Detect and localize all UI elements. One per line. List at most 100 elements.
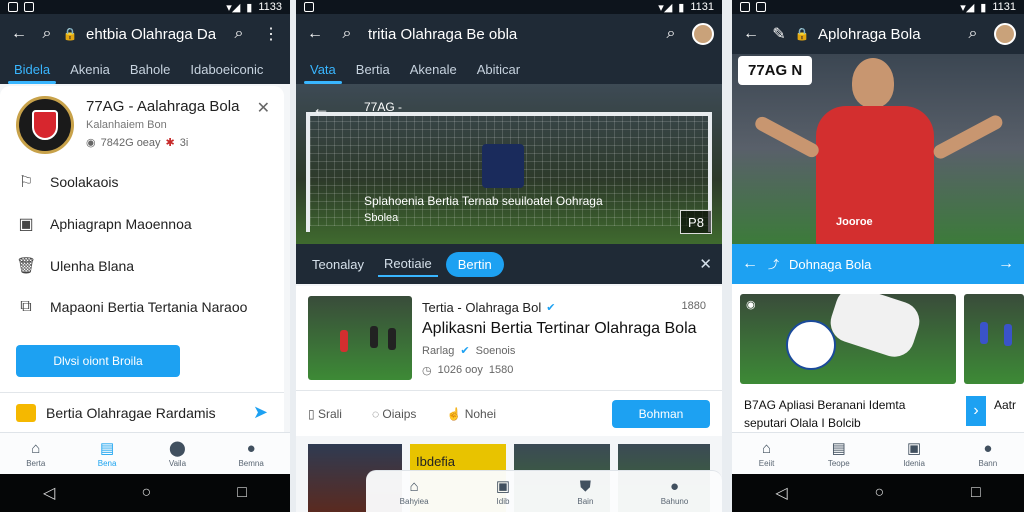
news-headline: Aplikasni Bertia Tertinar Olahraga Bola bbox=[422, 320, 697, 337]
back-icon[interactable]: ← bbox=[8, 23, 30, 45]
player-leg bbox=[825, 294, 925, 362]
profile-icon: ● bbox=[246, 439, 256, 457]
nav-home[interactable]: ⌂ Eeiit bbox=[759, 440, 775, 468]
action-label: Nohei bbox=[464, 406, 497, 421]
back-icon[interactable]: ← bbox=[304, 23, 326, 45]
menu-item[interactable]: ⧉ Mapaoni Bertia Tertania Naraoo bbox=[16, 298, 268, 316]
nav-news[interactable]: ▣ Idib bbox=[496, 477, 510, 506]
home-circle-icon[interactable]: ○ bbox=[874, 484, 884, 502]
tab-item[interactable]: Akenia bbox=[60, 54, 120, 84]
nav-label: Bann bbox=[978, 458, 998, 468]
player-figure bbox=[980, 322, 988, 344]
news-source: Tertia - Olahraga Bol ✔ bbox=[422, 300, 555, 315]
back-icon[interactable]: ← bbox=[742, 255, 758, 273]
avatar[interactable] bbox=[692, 23, 714, 45]
search-icon[interactable]: ⌕ bbox=[962, 23, 984, 45]
lock-icon: 🔒 bbox=[62, 27, 78, 41]
news-source-text: Tertia - Olahraga Bol bbox=[422, 300, 542, 315]
promo-row[interactable]: Bertia Olahragae Rardamis ➤ bbox=[0, 392, 284, 432]
news-stat-text: 1580 bbox=[488, 364, 514, 376]
action-share[interactable]: ▯ Srali bbox=[308, 407, 342, 421]
player-jersey: Jooroe bbox=[816, 106, 934, 244]
tab-bar: Bidela Akenia Bahole Idaboeiconic bbox=[0, 54, 290, 84]
avatar[interactable] bbox=[994, 23, 1016, 45]
menu-item[interactable]: ▣ Aphiagrapn Maoennoa bbox=[16, 214, 268, 234]
nav-gallery[interactable]: ▣ Idenia bbox=[903, 439, 925, 468]
battery-icon: ▮ bbox=[246, 1, 253, 14]
briefcase-icon bbox=[16, 403, 36, 422]
search-icon[interactable]: ⌕ bbox=[660, 23, 682, 45]
bottom-nav: ⌂ Eeiit ▤ Teope ▣ Idenia ● Bann bbox=[732, 432, 1024, 474]
card-more: Aatr bbox=[994, 398, 1017, 412]
tab-item[interactable]: Vata bbox=[300, 54, 346, 84]
nav-home[interactable]: ⌂ Bahyiea bbox=[400, 478, 429, 506]
profile-icon: ● bbox=[983, 439, 993, 457]
close-icon[interactable]: ✕ bbox=[699, 255, 712, 273]
title-bar: ← ⤴ Dohnaga Bola → bbox=[732, 244, 1024, 284]
nav-news[interactable]: ▤ Bena bbox=[98, 439, 117, 468]
battery-icon: ▮ bbox=[980, 1, 987, 14]
share-icon[interactable]: ⤴ bbox=[768, 256, 779, 272]
nav-profile[interactable]: ● Bemna bbox=[238, 440, 263, 468]
more-vert-icon[interactable]: ⋮ bbox=[260, 23, 282, 45]
action-like[interactable]: ☝ Nohei bbox=[446, 407, 496, 421]
news-time: 1880 bbox=[681, 300, 706, 312]
search-icon[interactable]: ⌕ bbox=[40, 23, 54, 45]
action-comment[interactable]: ◌ Oiaips bbox=[372, 407, 416, 421]
home-circle-icon[interactable]: ○ bbox=[141, 484, 151, 502]
nav-label: Vaila bbox=[168, 459, 187, 468]
nav-profile[interactable]: ● Bahuno bbox=[661, 478, 689, 506]
news-card[interactable]: Tertia - Olahraga Bol ✔ 1880 Aplikasni B… bbox=[296, 286, 722, 436]
hero-badge[interactable]: P8 bbox=[680, 210, 712, 234]
back-icon[interactable]: ← bbox=[312, 98, 330, 119]
close-icon[interactable]: ✕ bbox=[257, 98, 270, 118]
primary-button[interactable]: Dlvsi oiont Broila bbox=[16, 345, 180, 377]
nav-news[interactable]: ▤ Teope bbox=[828, 439, 850, 468]
search-icon[interactable]: ⌕ bbox=[336, 23, 358, 45]
nav-label: Teope bbox=[827, 459, 850, 468]
menu-item[interactable]: 🗑 Ulenha Blana bbox=[16, 256, 268, 276]
tab-item[interactable]: Bahole bbox=[120, 54, 180, 84]
tab-item[interactable]: Abiticar bbox=[467, 54, 530, 84]
recents-square-icon[interactable]: □ bbox=[971, 484, 981, 502]
card-thumbnail bbox=[964, 294, 1024, 384]
tab-item[interactable]: Bertia bbox=[346, 54, 400, 84]
status-time: 1133 bbox=[258, 1, 282, 13]
search-icon[interactable]: ⌕ bbox=[228, 23, 250, 45]
nav-label: Bahyiea bbox=[399, 496, 429, 506]
chevron-right-icon[interactable]: › bbox=[966, 396, 986, 426]
profile-sheet: 77AG - Aalahraga Bola Kalanhaiem Bon ◉ 7… bbox=[0, 86, 284, 432]
chip-active[interactable]: Bertin bbox=[445, 251, 504, 277]
chip[interactable]: Reotiaie bbox=[378, 252, 438, 277]
nav-saved[interactable]: ⛊ Bain bbox=[577, 478, 593, 506]
send-icon[interactable]: ➤ bbox=[253, 402, 268, 423]
app-title: tritia Olahraga Be obla bbox=[368, 25, 518, 43]
hero-image[interactable]: 77AG N Jooroe bbox=[732, 54, 1024, 244]
back-triangle-icon[interactable]: ◁ bbox=[43, 483, 55, 503]
lock-icon: 🔒 bbox=[794, 27, 810, 41]
back-icon[interactable]: ← bbox=[740, 23, 762, 45]
player-arm bbox=[752, 114, 822, 160]
card-subtitle: seputari Olala I Bolcib bbox=[744, 416, 861, 430]
recents-square-icon[interactable]: □ bbox=[237, 484, 247, 502]
menu-item[interactable]: ⚐ Soolakaois bbox=[16, 172, 268, 192]
chip[interactable]: Teonalay bbox=[306, 253, 370, 276]
tab-item[interactable]: Bidela bbox=[4, 54, 60, 84]
tab-item[interactable]: Akenale bbox=[400, 54, 467, 84]
arrow-right-icon[interactable]: → bbox=[998, 255, 1014, 273]
edit-icon[interactable]: ✎ bbox=[772, 23, 786, 45]
app-bar: ← ⌕ 🔒 ehtbia Olahraga Da ⌕ ⋮ bbox=[0, 14, 290, 54]
news-stat-text: 1026 ooy bbox=[437, 364, 483, 376]
back-triangle-icon[interactable]: ◁ bbox=[775, 483, 787, 503]
nav-home[interactable]: ⌂ Berta bbox=[26, 440, 45, 468]
hero-image[interactable]: ← 77AG - Splahoenia Bertia Ternab seuilo… bbox=[296, 84, 722, 244]
content-card[interactable]: ◉ B7AG Apliasi Beranani Idemta seputari … bbox=[732, 284, 1024, 432]
action-button[interactable]: Bohman bbox=[612, 399, 710, 428]
status-bar: ▾◢ ▮ 1131 bbox=[296, 0, 722, 14]
nav-location[interactable]: ⬤ Vaila bbox=[169, 439, 186, 468]
nav-profile[interactable]: ● Bann bbox=[979, 440, 998, 468]
notification-icon bbox=[8, 2, 18, 12]
star-icon: ✱ bbox=[165, 137, 175, 149]
tab-item[interactable]: Idaboeiconic bbox=[180, 54, 273, 84]
profile-meta-text: 3i bbox=[179, 136, 189, 149]
